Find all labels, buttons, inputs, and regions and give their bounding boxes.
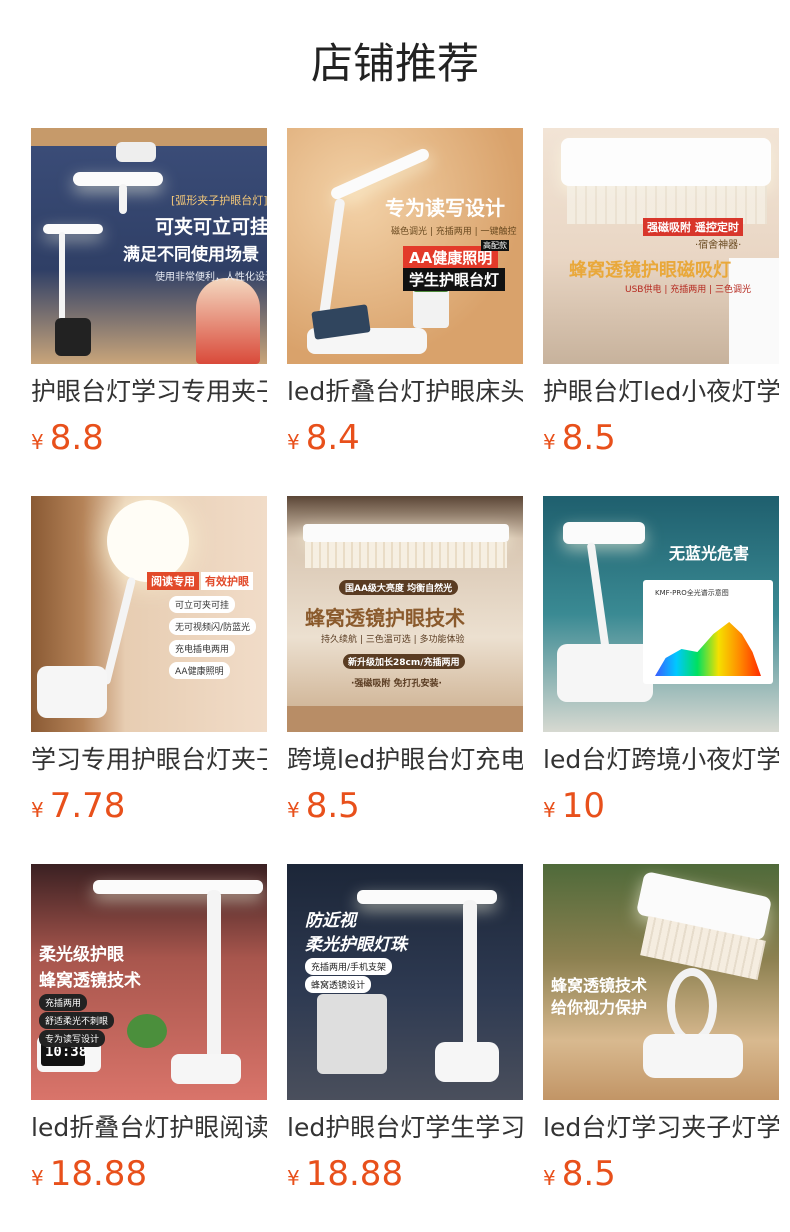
product-name[interactable]: led台灯跨境小夜灯学 <box>543 742 779 778</box>
product-image[interactable]: 无蓝光危害 KMF-PRO全光谱示意图 <box>543 496 779 732</box>
overlay-text: 阅读专用 <box>147 572 199 590</box>
product-price: ¥10 <box>543 786 605 826</box>
product-image[interactable]: 防近视 柔光护眼灯珠 充插两用/手机支架 蜂窝透镜设计 <box>287 864 523 1100</box>
product-price: ¥8.5 <box>543 418 616 458</box>
overlay-text: 满足不同使用场景 <box>123 245 259 265</box>
product-name[interactable]: led台灯学习夹子灯学 <box>543 1110 779 1146</box>
product-price: ¥8.5 <box>287 786 360 826</box>
overlay-text: 柔光级护眼 <box>39 945 124 965</box>
overlay-text: 蜂窝透镜护眼磁吸灯 <box>569 260 731 281</box>
product-card[interactable]: 专为读写设计 磁色调光 | 充插两用 | 一键触控 AA健康照明 学生护眼台灯 … <box>287 128 523 496</box>
product-name[interactable]: led折叠台灯护眼床头 <box>287 374 523 410</box>
product-card[interactable]: 10:38 柔光级护眼 蜂窝透镜技术 充插两用 舒适柔光不刺眼 专为读写设计 l… <box>31 864 267 1232</box>
overlay-text: 新升级加长28cm/充插两用 <box>343 654 465 669</box>
overlay-text: 使用非常便利，人性化设计 <box>155 272 267 283</box>
overlay-text: 蜂窝透镜护眼技术 <box>305 606 465 630</box>
product-card[interactable]: 蜂窝透镜技术 给你视力保护 led台灯学习夹子灯学 ¥8.5 <box>543 864 779 1232</box>
feature-tag: 无可视频闪/防蓝光 <box>169 618 257 635</box>
product-image[interactable]: [弧形夹子护眼台灯] 可夹可立可挂 满足不同使用场景 使用非常便利，人性化设计 <box>31 128 267 364</box>
feature-tag: 充插两用 <box>39 994 88 1011</box>
page-title: 店铺推荐 <box>310 39 479 88</box>
overlay-text: ·强磁吸附 免打孔安装· <box>351 679 442 689</box>
product-name[interactable]: led护眼台灯学生学习 <box>287 1110 523 1146</box>
product-name[interactable]: 护眼台灯学习专用夹子 <box>31 374 267 410</box>
overlay-text: 无蓝光危害 <box>669 544 750 563</box>
product-name[interactable]: 护眼台灯led小夜灯学 <box>543 374 779 410</box>
overlay-text: 专为读写设计 <box>385 196 505 220</box>
product-card[interactable]: 防近视 柔光护眼灯珠 充插两用/手机支架 蜂窝透镜设计 led护眼台灯学生学习 … <box>287 864 523 1232</box>
overlay-text: 高配款 <box>481 240 509 251</box>
feature-tag: 专为读写设计 <box>39 1030 106 1047</box>
product-image[interactable]: 专为读写设计 磁色调光 | 充插两用 | 一键触控 AA健康照明 学生护眼台灯 … <box>287 128 523 364</box>
product-image[interactable]: 蜂窝透镜技术 给你视力保护 <box>543 864 779 1100</box>
overlay-text: 强磁吸附 遥控定时 <box>643 218 743 236</box>
product-price: ¥7.78 <box>31 786 126 826</box>
product-name[interactable]: led折叠台灯护眼阅读 <box>31 1110 267 1146</box>
overlay-text: 可夹可立可挂 <box>155 216 267 238</box>
feature-tag: AA健康照明 <box>169 662 230 679</box>
product-image[interactable]: 强磁吸附 遥控定时 ·宿舍神器· 蜂窝透镜护眼磁吸灯 USB供电 | 充插两用 … <box>543 128 779 364</box>
feature-tag: 蜂窝透镜设计 <box>305 976 372 993</box>
feature-tag: 可立可夹可挂 <box>169 596 236 613</box>
feature-tag: 充电插电两用 <box>169 640 236 657</box>
product-card[interactable]: 阅读专用 有效护眼 可立可夹可挂 无可视频闪/防蓝光 充电插电两用 AA健康照明… <box>31 496 267 864</box>
overlay-text: USB供电 | 充插两用 | 三色调光 <box>625 285 751 295</box>
product-image[interactable]: 阅读专用 有效护眼 可立可夹可挂 无可视频闪/防蓝光 充电插电两用 AA健康照明 <box>31 496 267 732</box>
overlay-text: 蜂窝透镜技术 <box>39 971 141 991</box>
product-image[interactable]: 国AA级大亮度 均衡自然光 蜂窝透镜护眼技术 持久续航 | 三色温可选 | 多功… <box>287 496 523 732</box>
product-image[interactable]: 10:38 柔光级护眼 蜂窝透镜技术 充插两用 舒适柔光不刺眼 专为读写设计 <box>31 864 267 1100</box>
product-price: ¥18.88 <box>31 1154 148 1194</box>
product-card[interactable]: 强磁吸附 遥控定时 ·宿舍神器· 蜂窝透镜护眼磁吸灯 USB供电 | 充插两用 … <box>543 128 779 496</box>
product-card[interactable]: 无蓝光危害 KMF-PRO全光谱示意图 led台灯跨境小夜灯学 ¥10 <box>543 496 779 864</box>
overlay-text: 学生护眼台灯 <box>403 268 506 291</box>
overlay-text: 国AA级大亮度 均衡自然光 <box>339 580 459 595</box>
feature-tag: 舒适柔光不刺眼 <box>39 1012 115 1029</box>
product-card[interactable]: 国AA级大亮度 均衡自然光 蜂窝透镜护眼技术 持久续航 | 三色温可选 | 多功… <box>287 496 523 864</box>
product-price: ¥8.4 <box>287 418 360 458</box>
overlay-text: 柔光护眼灯珠 <box>305 935 407 955</box>
overlay-text: 有效护眼 <box>201 572 253 590</box>
overlay-text: KMF-PRO全光谱示意图 <box>655 589 729 597</box>
product-grid: [弧形夹子护眼台灯] 可夹可立可挂 满足不同使用场景 使用非常便利，人性化设计 … <box>31 128 779 1232</box>
overlay-text: 给你视力保护 <box>551 998 648 1017</box>
overlay-text: 防近视 <box>305 911 356 931</box>
product-name[interactable]: 学习专用护眼台灯夹子 <box>31 742 267 778</box>
overlay-text: 磁色调光 | 充插两用 | 一键触控 <box>391 227 517 237</box>
feature-tag: 充插两用/手机支架 <box>305 958 393 975</box>
product-price: ¥8.8 <box>31 418 104 458</box>
product-price: ¥18.88 <box>287 1154 404 1194</box>
currency-symbol: ¥ <box>31 430 44 454</box>
product-card[interactable]: [弧形夹子护眼台灯] 可夹可立可挂 满足不同使用场景 使用非常便利，人性化设计 … <box>31 128 267 496</box>
overlay-text: 蜂窝透镜技术 <box>551 976 648 995</box>
product-name[interactable]: 跨境led护眼台灯充电 <box>287 742 523 778</box>
overlay-text: 持久续航 | 三色温可选 | 多功能体验 <box>321 635 465 645</box>
overlay-text: ·宿舍神器· <box>695 240 742 251</box>
overlay-text: [弧形夹子护眼台灯] <box>171 194 267 207</box>
product-price: ¥8.5 <box>543 1154 616 1194</box>
